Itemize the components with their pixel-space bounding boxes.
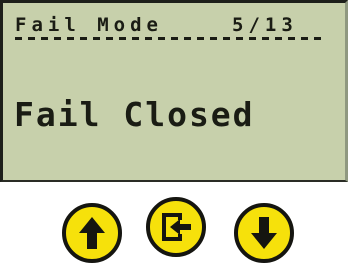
lcd-display: Fail Mode 5/13 Fail Closed: [0, 0, 348, 182]
arrow-up-icon: [79, 217, 105, 249]
setting-value: Fail Closed: [14, 95, 255, 134]
lcd-header: Fail Mode 5/13: [15, 14, 331, 36]
page-indicator: 5/13: [232, 14, 298, 36]
dashed-divider: [15, 37, 325, 43]
up-button[interactable]: [62, 203, 122, 263]
arrow-down-icon: [251, 217, 277, 249]
menu-title: Fail Mode: [15, 14, 163, 36]
enter-icon: [162, 213, 191, 241]
enter-button[interactable]: [146, 197, 206, 257]
down-button[interactable]: [234, 203, 294, 263]
